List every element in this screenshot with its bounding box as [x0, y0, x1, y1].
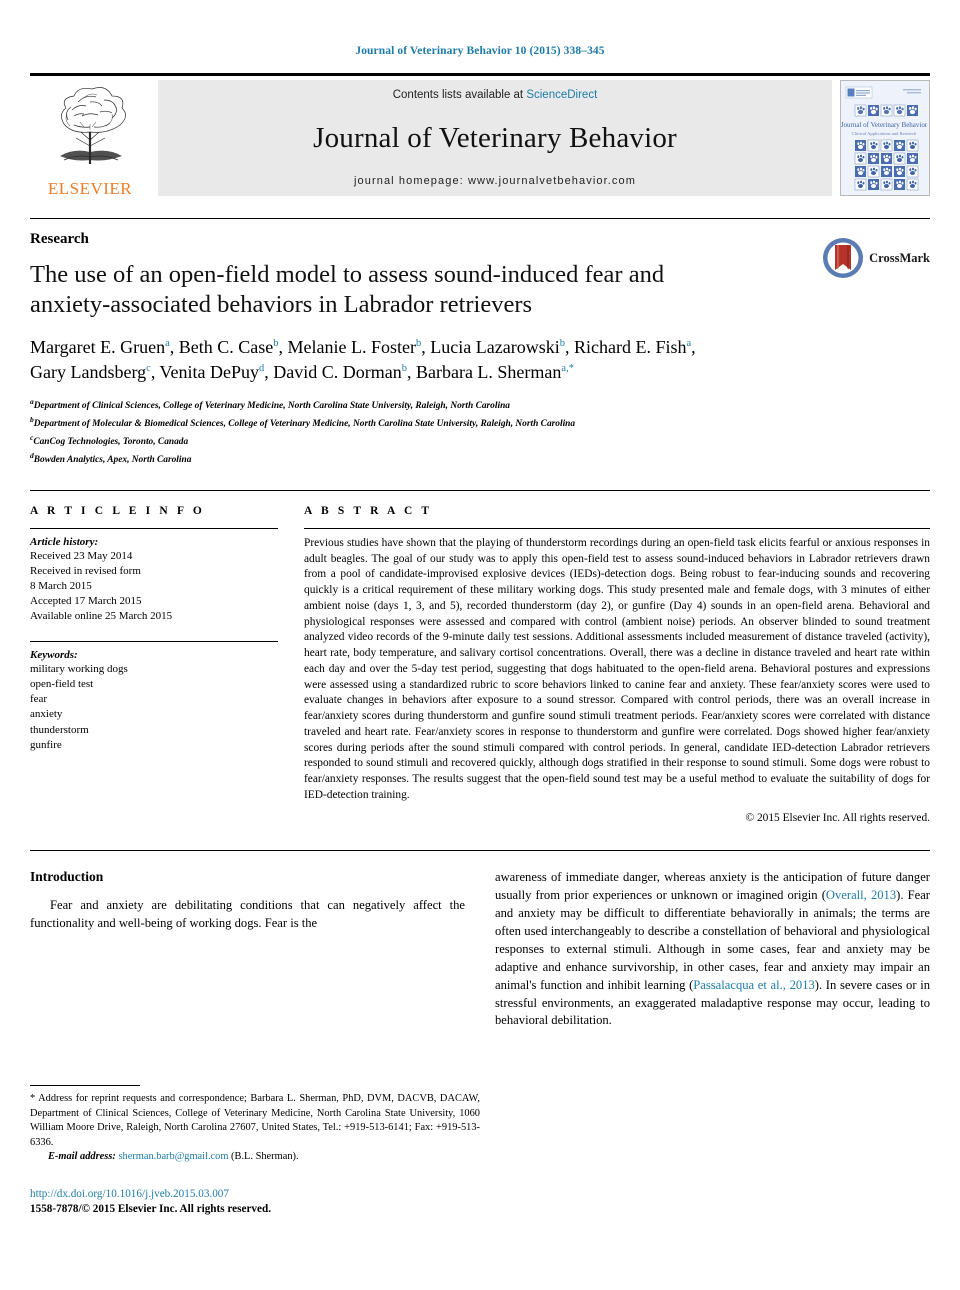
correspondence-note: * Address for reprint requests and corre…	[30, 1093, 480, 1148]
citation-overall-2013[interactable]: Overall, 2013	[826, 888, 896, 902]
doi-link[interactable]: http://dx.doi.org/10.1016/j.jveb.2015.03…	[30, 1187, 480, 1203]
email-note: E-mail address: sherman.barb@gmail.com (…	[30, 1150, 480, 1165]
cover-art: Journal of Veterinary Behavior Clinical …	[841, 81, 928, 195]
author-affiliation-marker: b	[273, 337, 279, 349]
crossmark-badge[interactable]: CrossMark	[822, 237, 930, 279]
author-affiliation-marker: b	[416, 337, 422, 349]
svg-text:Clinical Applications and Rese: Clinical Applications and Research	[852, 131, 917, 136]
author-affiliation-marker: b	[401, 363, 407, 375]
issn-copyright: 1558-7878/© 2015 Elsevier Inc. All right…	[30, 1203, 271, 1216]
article-history-list: Received 23 May 2014 Received in revised …	[30, 549, 278, 624]
keyword-item: anxiety	[30, 708, 63, 721]
author-affiliation-marker: a	[165, 337, 170, 349]
abstract-divider	[304, 527, 930, 529]
info-divider	[30, 527, 278, 529]
keyword-item: gunfire	[30, 738, 62, 751]
elsevier-tree-icon	[60, 87, 126, 164]
svg-text:Journal of Veterinary Behavior: Journal of Veterinary Behavior	[841, 121, 927, 129]
article-info-column: A R T I C L E I N F O Article history: R…	[30, 505, 278, 824]
intro-paragraph-left: Fear and anxiety are debilitating condit…	[30, 898, 465, 931]
journal-masthead: ELSEVIER Contents lists available at Sci…	[30, 73, 930, 198]
body-column-right: awareness of immediate danger, whereas a…	[495, 869, 930, 1036]
abstract-heading: A B S T R A C T	[304, 504, 433, 517]
page-title: The use of an open-field model to assess…	[30, 261, 665, 319]
author-name: Beth C. Case	[178, 336, 274, 357]
affiliation-marker: a	[30, 396, 34, 406]
author-name: Venita DePuy	[159, 362, 259, 383]
article-history-label: Article history:	[30, 535, 99, 548]
affiliation-marker: c	[30, 432, 34, 442]
contents-prefix: Contents lists available at	[392, 89, 527, 101]
author-name: David C. Dorman	[273, 362, 402, 383]
email-link[interactable]: sherman.barb@gmail.com	[118, 1151, 228, 1162]
affiliation-line: aDepartment of Clinical Sciences, Colleg…	[30, 396, 510, 411]
article-history-item: Received 23 May 2014	[30, 549, 133, 562]
crossmark-label: CrossMark	[869, 250, 930, 265]
affiliation-list: aDepartment of Clinical Sciences, Colleg…	[30, 396, 930, 468]
keyword-item: thunderstorm	[30, 723, 89, 736]
footnote-block: * Address for reprint requests and corre…	[30, 1085, 480, 1218]
journal-title: Journal of Veterinary Behavior	[313, 121, 677, 154]
journal-homepage[interactable]: journal homepage: www.journalvetbehavior…	[354, 175, 636, 187]
author-name: Melanie L. Foster	[287, 336, 417, 357]
footnote-rule	[30, 1085, 140, 1086]
author-affiliation-marker: d	[258, 363, 265, 375]
keyword-item: fear	[30, 693, 48, 706]
author-list: Margaret E. Gruena, Beth C. Caseb, Melan…	[30, 336, 696, 383]
keywords-divider	[30, 641, 278, 643]
article-header: Research The use of an open-field model …	[30, 218, 930, 468]
author-name: Barbara L. Sherman	[415, 362, 562, 383]
article-history-item: Available online 25 March 2015	[30, 610, 173, 623]
author-affiliation-marker: a	[686, 337, 692, 349]
article-kind: Research	[30, 231, 89, 247]
keywords-list: military working dogs open-field test fear…	[30, 662, 278, 752]
author-name: Gary Landsberg	[30, 362, 147, 383]
article-history-item: 8 March 2015	[30, 580, 92, 593]
sciencedirect-link[interactable]: ScienceDirect	[526, 89, 597, 101]
intro-paragraph-right: awareness of immediate danger, whereas a…	[495, 869, 930, 1030]
author-name: Richard E. Fish	[573, 336, 687, 357]
body-columns: Introduction Fear and anxiety are debili…	[30, 850, 930, 1036]
citation-passalacqua-2013[interactable]: Passalacqua et al., 2013	[693, 978, 815, 992]
affiliation-line: dBowden Analytics, Apex, North Carolina	[30, 450, 192, 466]
abstract-column: A B S T R A C T Previous studies have sh…	[304, 505, 930, 824]
abstract-copyright: © 2015 Elsevier Inc. All rights reserved…	[745, 812, 930, 825]
intro-text-2: ). Fear and anxiety may be difficult to …	[495, 888, 931, 992]
keywords-label: Keywords:	[30, 649, 78, 662]
affiliation-line: cCanCog Technologies, Toronto, Canada	[30, 432, 189, 448]
author-affiliation-marker: a,*	[561, 363, 574, 375]
article-info-heading: A R T I C L E I N F O	[30, 504, 205, 517]
contents-line: Contents lists available at ScienceDirec…	[393, 89, 598, 101]
abstract-text: Previous studies have shown that the pla…	[304, 536, 930, 801]
journal-cover-thumbnail: Journal of Veterinary Behavior Clinical …	[840, 80, 930, 196]
author-name: Margaret E. Gruen	[30, 336, 166, 357]
paper-page: Journal of Veterinary Behavior 10 (2015)…	[0, 0, 960, 1290]
keyword-item: military working dogs	[30, 663, 128, 676]
introduction-heading: Introduction	[30, 869, 104, 885]
running-head: Journal of Veterinary Behavior 10 (2015)…	[355, 45, 605, 57]
author-name: Lucia Lazarowski	[430, 336, 560, 357]
journal-banner: Contents lists available at ScienceDirec…	[158, 80, 832, 196]
doi-block: http://dx.doi.org/10.1016/j.jveb.2015.03…	[30, 1187, 480, 1218]
crossmark-icon	[823, 238, 864, 278]
elsevier-logo: ELSEVIER	[30, 76, 150, 198]
email-attribution: (B.L. Sherman).	[231, 1151, 299, 1163]
info-abstract-block: A R T I C L E I N F O Article history: R…	[30, 489, 930, 824]
email-label: E-mail address:	[48, 1151, 116, 1163]
affiliation-line: bDepartment of Molecular & Biomedical Sc…	[30, 414, 576, 429]
body-column-left: Introduction Fear and anxiety are debili…	[30, 869, 465, 1036]
affiliation-marker: d	[30, 450, 34, 460]
article-history-item: Accepted 17 March 2015	[30, 595, 142, 608]
article-history-item: Received in revised form	[30, 565, 141, 578]
author-affiliation-marker: c	[146, 363, 151, 375]
affiliation-marker: b	[30, 414, 34, 424]
author-affiliation-marker: b	[559, 337, 565, 349]
keyword-item: open-field test	[30, 678, 94, 691]
elsevier-wordmark: ELSEVIER	[47, 179, 133, 198]
